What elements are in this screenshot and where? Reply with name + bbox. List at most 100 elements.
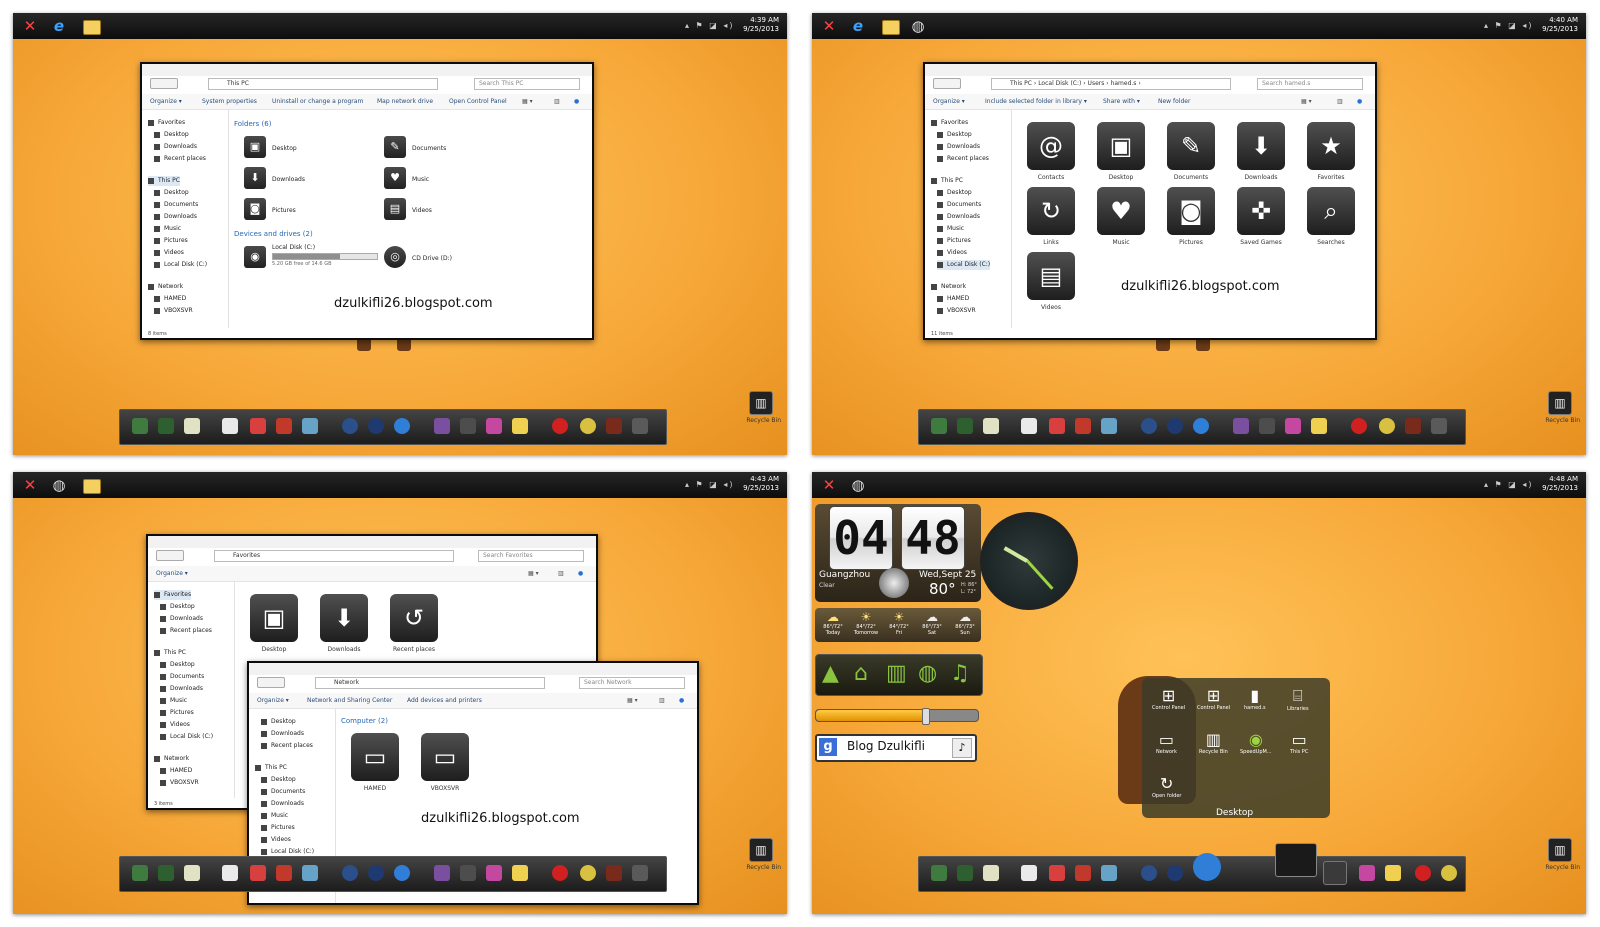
nav-item[interactable]: Downloads: [261, 799, 304, 809]
pictures-folder-icon[interactable]: ◙: [1167, 187, 1215, 235]
dock-app-icon[interactable]: [1405, 418, 1421, 434]
folder-label[interactable]: Recent places: [379, 646, 449, 653]
documents-folder-icon[interactable]: ✎: [384, 136, 406, 158]
nav-item[interactable]: Videos: [160, 720, 190, 730]
nav-item[interactable]: Downloads: [154, 212, 197, 222]
dock-app-icon[interactable]: [606, 418, 622, 434]
dock-app-icon[interactable]: [434, 865, 450, 881]
nav-item[interactable]: Videos: [261, 835, 291, 845]
nav-item[interactable]: Desktop: [154, 130, 189, 140]
trash-icon[interactable]: [632, 865, 648, 881]
address-bar[interactable]: Network: [315, 677, 545, 689]
mail-icon[interactable]: [250, 865, 266, 881]
dock-app-icon[interactable]: [158, 418, 174, 434]
nav-item[interactable]: Desktop: [261, 775, 296, 785]
documents-folder-icon[interactable]: ✎: [1167, 122, 1215, 170]
mail-icon[interactable]: [1049, 865, 1065, 881]
nav-item[interactable]: Documents: [160, 672, 204, 682]
nav-item[interactable]: Local Disk (C:): [154, 260, 207, 270]
help-icon[interactable]: ●: [574, 98, 579, 105]
folder-label[interactable]: Downloads: [309, 646, 379, 653]
folder-label[interactable]: Contacts: [1016, 174, 1086, 181]
view-options-icon[interactable]: ▦ ▾: [522, 98, 533, 105]
youtube-icon[interactable]: [276, 418, 292, 434]
microphone-icon[interactable]: ♪: [952, 738, 972, 758]
system-clock[interactable]: 4:43 AM 9/25/2013: [743, 475, 779, 493]
stack-desktop-icon[interactable]: [1275, 843, 1317, 877]
back-forward-buttons[interactable]: [156, 550, 184, 561]
stack-item[interactable]: ⌸ Libraries: [1287, 686, 1309, 712]
add-devices-button[interactable]: Add devices and printers: [407, 697, 482, 704]
folder-label[interactable]: Searches: [1296, 239, 1366, 246]
search-box[interactable]: Search This PC: [474, 78, 580, 90]
system-clock[interactable]: 4:39 AM 9/25/2013: [743, 16, 779, 34]
system-clock[interactable]: 4:48 AM 9/25/2013: [1542, 475, 1578, 493]
nav-item[interactable]: HAMED: [160, 766, 192, 776]
nav-item[interactable]: Downloads: [261, 729, 304, 739]
dock-app-icon[interactable]: [1259, 418, 1275, 434]
map-network-drive-button[interactable]: Map network drive: [377, 98, 433, 105]
explorer-window[interactable]: This PC › Local Disk (C:) › Users › hame…: [923, 62, 1377, 340]
dock-app-icon[interactable]: [580, 418, 596, 434]
dock-app-icon[interactable]: [368, 865, 384, 881]
nav-network[interactable]: Network: [148, 282, 183, 292]
stack-item[interactable]: ▭ Network: [1156, 730, 1177, 755]
search-box[interactable]: Search hamed.s: [1257, 78, 1363, 90]
window-titlebar[interactable]: [142, 64, 592, 76]
cd-drive-icon[interactable]: ◎: [384, 246, 406, 268]
system-tray-icons[interactable]: ▴ ⚑ ◪ ◂): [685, 21, 735, 31]
browser-globe-icon[interactable]: [394, 865, 410, 881]
computer-icon[interactable]: ▭: [351, 733, 399, 781]
angry-birds-icon[interactable]: [1351, 418, 1367, 434]
nav-this-pc[interactable]: This PC: [931, 176, 963, 186]
videos-folder-icon[interactable]: ▤: [1027, 252, 1075, 300]
drives-group-header[interactable]: Devices and drives (2): [234, 230, 313, 238]
system-clock[interactable]: 4:40 AM 9/25/2013: [1542, 16, 1578, 34]
folder-label[interactable]: Downloads: [272, 176, 305, 183]
dock-app-icon[interactable]: [983, 418, 999, 434]
nav-item[interactable]: Downloads: [154, 142, 197, 152]
nav-item[interactable]: Desktop: [937, 188, 972, 198]
flip-clock-weather-widget[interactable]: 04 48 Guangzhou Clear Wed,Sept 25 80° H:…: [815, 504, 981, 602]
searches-folder-icon[interactable]: ⌕: [1307, 187, 1355, 235]
globe-icon[interactable]: ◍: [918, 661, 937, 687]
nav-item[interactable]: Music: [154, 224, 181, 234]
organize-button[interactable]: Organize ▾: [257, 697, 289, 704]
organize-button[interactable]: Organize ▾: [156, 570, 188, 577]
nav-item[interactable]: HAMED: [154, 294, 186, 304]
close-x-icon[interactable]: ✕: [21, 17, 39, 35]
computer-icon[interactable]: ▭: [421, 733, 469, 781]
nav-item[interactable]: Desktop: [160, 602, 195, 612]
nav-item[interactable]: Local Disk (C:): [160, 732, 213, 742]
folder-label[interactable]: Music: [412, 176, 429, 183]
dock-app-icon[interactable]: [931, 418, 947, 434]
folder-label[interactable]: Links: [1016, 239, 1086, 246]
media-player-icon[interactable]: [1021, 865, 1037, 881]
dock-app-icon[interactable]: [1167, 865, 1183, 881]
organize-button[interactable]: Organize ▾: [150, 98, 182, 105]
desktop-folder-icon[interactable]: ▣: [1097, 122, 1145, 170]
view-options-icon[interactable]: ▦ ▾: [1301, 98, 1312, 105]
address-bar[interactable]: Favorites: [214, 550, 454, 562]
computer-label[interactable]: VBOXSVR: [410, 785, 480, 792]
maps-icon[interactable]: [302, 865, 318, 881]
nav-item[interactable]: Recent places: [937, 154, 989, 164]
trash-icon[interactable]: ▥: [886, 661, 907, 687]
close-x-icon[interactable]: ✕: [21, 476, 39, 494]
dock-app-icon[interactable]: [342, 418, 358, 434]
maps-icon[interactable]: [1101, 865, 1117, 881]
share-with-button[interactable]: Share with ▾: [1103, 98, 1140, 105]
recycle-bin-icon[interactable]: ▥: [1548, 838, 1572, 862]
nav-item[interactable]: Desktop: [261, 717, 296, 727]
folder-label[interactable]: Pictures: [272, 207, 296, 214]
nav-item[interactable]: Downloads: [937, 142, 980, 152]
globe-icon[interactable]: ◍: [50, 476, 68, 494]
folder-label[interactable]: Desktop: [272, 145, 297, 152]
calculator-icon[interactable]: [1323, 861, 1347, 885]
favorites-folder-icon[interactable]: ★: [1307, 122, 1355, 170]
notes-icon[interactable]: [512, 865, 528, 881]
downloads-folder-icon[interactable]: ⬇: [244, 167, 266, 189]
folder-label[interactable]: Saved Games: [1226, 239, 1296, 246]
dock-app-icon[interactable]: [1141, 865, 1157, 881]
folder-label[interactable]: Documents: [412, 145, 446, 152]
